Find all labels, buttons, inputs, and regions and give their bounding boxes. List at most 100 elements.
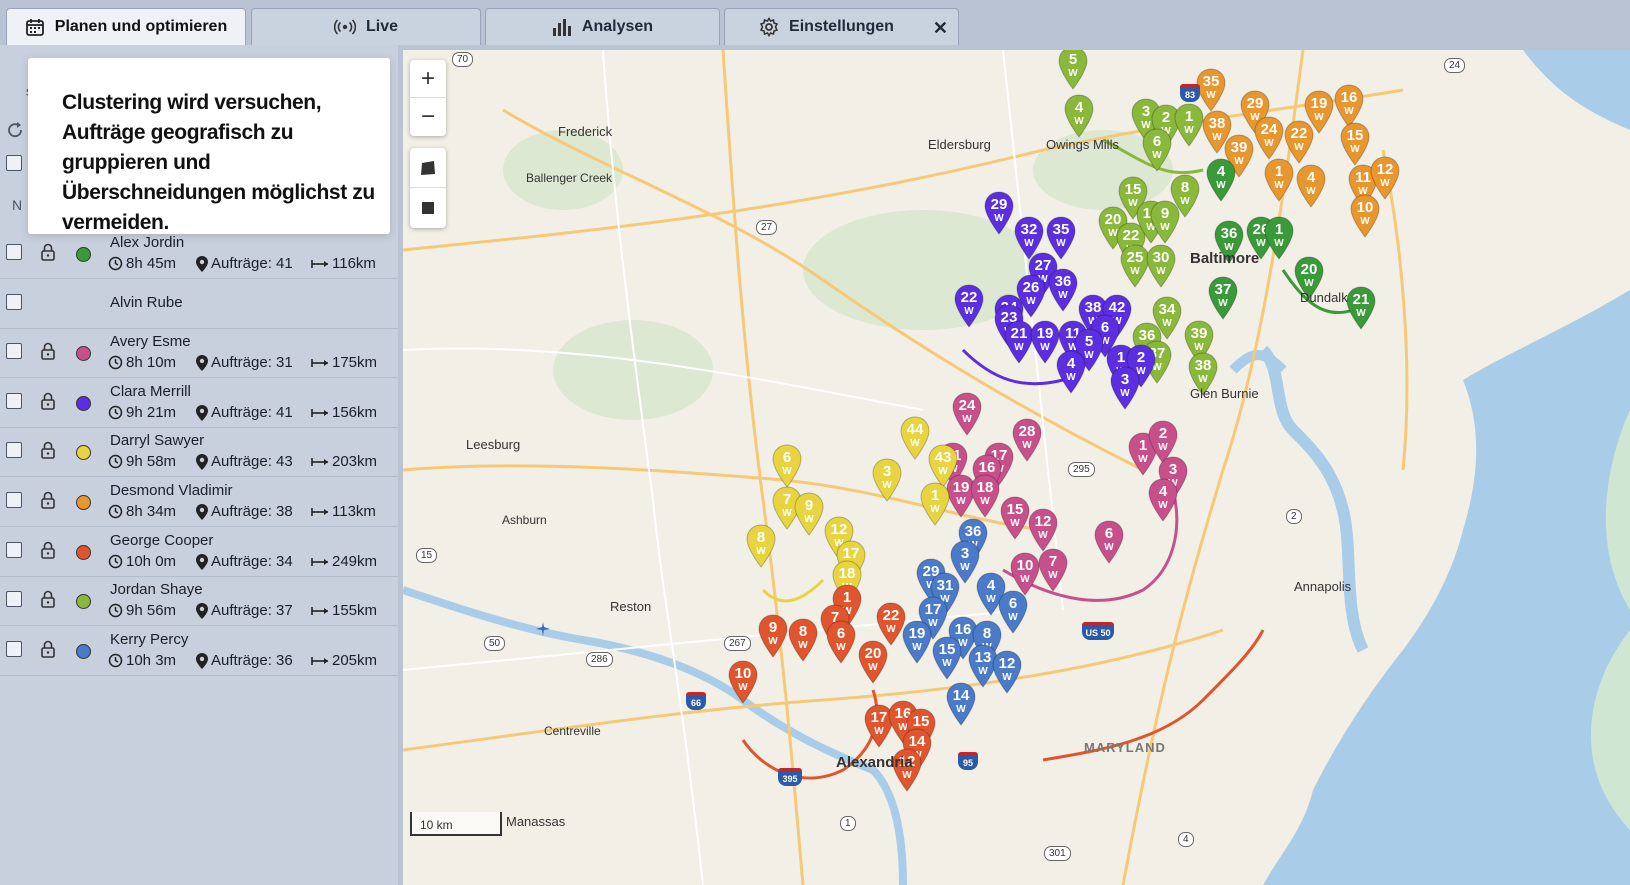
pin-label: W <box>1040 342 1050 353</box>
tab-planen[interactable]: Planen und optimieren <box>6 8 246 45</box>
driver-orders: Aufträge: 36 <box>211 652 293 669</box>
driver-name: Alvin Rube <box>110 294 183 311</box>
lock-icon[interactable] <box>40 541 56 564</box>
route-stop-pin[interactable]: 6W <box>1093 520 1125 564</box>
tab-analysen[interactable]: Analysen <box>485 8 720 45</box>
route-stop-pin[interactable]: 22W <box>953 284 985 328</box>
route-stop-pin[interactable]: 15W <box>1339 122 1371 166</box>
route-stop-pin[interactable]: 29W <box>983 191 1015 235</box>
route-stop-pin[interactable]: 28W <box>1011 418 1043 462</box>
pin-label: W <box>1010 518 1020 529</box>
driver-checkbox[interactable] <box>6 542 22 558</box>
route-stop-pin[interactable]: 1W <box>919 482 951 526</box>
lock-icon[interactable] <box>40 640 56 663</box>
driver-row[interactable]: Kerry Percy 10h 3m Aufträge: 36 205km <box>0 625 398 676</box>
route-stop-pin[interactable]: 10W <box>1349 194 1381 238</box>
driver-distance: 155km <box>332 602 378 619</box>
pin-number: 37 <box>1215 281 1232 298</box>
route-stop-pin[interactable]: 4W <box>1147 478 1179 522</box>
route-stop-pin[interactable]: 14W <box>945 682 977 726</box>
driver-checkbox[interactable] <box>6 591 22 607</box>
draw-rectangle-button[interactable] <box>410 188 446 228</box>
pin-label: W <box>804 514 814 525</box>
route-stop-pin[interactable]: 30W <box>1145 244 1177 288</box>
route-stop-pin[interactable]: 4W <box>1063 94 1095 138</box>
tab-live[interactable]: Live <box>251 8 481 45</box>
route-stop-pin[interactable]: 24W <box>1253 116 1285 160</box>
close-icon[interactable]: ✕ <box>933 18 948 39</box>
route-stop-pin[interactable]: 1W <box>1263 216 1295 260</box>
lock-icon[interactable] <box>40 342 56 365</box>
driver-orders: Aufträge: 37 <box>211 602 293 619</box>
route-stop-pin[interactable]: 37W <box>1207 276 1239 320</box>
pin-number: 1 <box>1139 437 1147 454</box>
pin-number: 19 <box>1037 325 1054 342</box>
tab-einstellungen[interactable]: Einstellungen ✕ <box>724 8 959 45</box>
route-stop-pin[interactable]: 8W <box>745 524 777 568</box>
pin-number: 44 <box>907 421 924 438</box>
driver-row[interactable]: Darryl Sawyer 9h 58m Aufträge: 43 203km <box>0 426 398 477</box>
route-stop-pin[interactable]: 7W <box>1037 548 1069 592</box>
route-stop-pin[interactable]: 18W <box>969 474 1001 518</box>
route-stop-pin[interactable]: 5W <box>1057 50 1089 90</box>
lock-icon[interactable] <box>40 590 56 613</box>
pin-number: 25 <box>1127 249 1144 266</box>
refresh-icon[interactable] <box>6 121 24 139</box>
pin-number: 6 <box>1105 525 1113 542</box>
place-label: Alexandria <box>836 754 913 771</box>
pin-label: W <box>882 480 892 491</box>
select-all-checkbox[interactable] <box>6 155 22 171</box>
pin-number: 35 <box>1053 221 1070 238</box>
route-stop-pin[interactable]: 24W <box>951 392 983 436</box>
pin-label: W <box>1274 180 1284 191</box>
driver-checkbox[interactable] <box>6 393 22 409</box>
driver-checkbox[interactable] <box>6 492 22 508</box>
route-stop-pin[interactable]: 12W <box>1027 508 1059 552</box>
driver-checkbox[interactable] <box>6 294 22 310</box>
zoom-out-button[interactable]: − <box>410 98 446 136</box>
zoom-in-button[interactable]: + <box>410 60 446 98</box>
route-stop-pin[interactable]: 4W <box>1055 350 1087 394</box>
route-stop-pin[interactable]: 20W <box>857 640 889 684</box>
driver-checkbox[interactable] <box>6 244 22 260</box>
pin-label: W <box>980 496 990 507</box>
driver-row[interactable]: Alvin Rube <box>0 278 398 329</box>
route-stop-pin[interactable]: 4W <box>1205 158 1237 202</box>
route-stop-pin[interactable]: 9W <box>757 614 789 658</box>
lock-icon[interactable] <box>40 491 56 514</box>
route-stop-pin[interactable]: 9W <box>793 492 825 536</box>
driver-row[interactable]: Jordan Shaye 9h 56m Aufträge: 37 155km <box>0 575 398 626</box>
route-shield: US 50 <box>1082 622 1114 640</box>
driver-row[interactable]: George Cooper 10h 0m Aufträge: 34 249km <box>0 526 398 577</box>
driver-row[interactable]: Avery Esme 8h 10m Aufträge: 31 175km <box>0 327 398 378</box>
route-shield: 70 <box>452 52 474 67</box>
driver-row[interactable]: Desmond Vladimir 8h 34m Aufträge: 38 113km <box>0 476 398 527</box>
driver-row[interactable]: Clara Merrill 9h 21m Aufträge: 41 156km <box>0 377 398 428</box>
route-stop-pin[interactable]: 10W <box>727 660 759 704</box>
sidebar-fragment: N <box>12 197 23 213</box>
route-stop-pin[interactable]: 6W <box>825 620 857 664</box>
route-stop-pin[interactable]: 15W <box>931 636 963 680</box>
route-stop-pin[interactable]: 1W <box>1263 158 1295 202</box>
driver-checkbox[interactable] <box>6 442 22 458</box>
lock-icon[interactable] <box>40 441 56 464</box>
draw-polygon-button[interactable] <box>410 148 446 188</box>
route-stop-pin[interactable]: 21W <box>1345 286 1377 330</box>
clock-icon <box>108 653 123 668</box>
route-stop-pin[interactable]: 6W <box>771 444 803 488</box>
lock-icon[interactable] <box>40 392 56 415</box>
route-stop-pin[interactable]: 3W <box>1109 366 1141 410</box>
route-stop-pin[interactable]: 8W <box>787 618 819 662</box>
route-stop-pin[interactable]: 36W <box>1047 268 1079 312</box>
pin-number: 1 <box>931 487 939 504</box>
route-stop-pin[interactable]: 12W <box>991 650 1023 694</box>
driver-distance: 113km <box>332 503 376 520</box>
driver-checkbox[interactable] <box>6 641 22 657</box>
driver-checkbox[interactable] <box>6 343 22 359</box>
lock-icon[interactable] <box>40 243 56 266</box>
route-stop-pin[interactable]: 9W <box>1149 200 1181 244</box>
route-stop-pin[interactable]: 4W <box>1295 164 1327 208</box>
route-shield: 95 <box>958 752 978 770</box>
route-stop-pin[interactable]: 3W <box>871 458 903 502</box>
route-stop-pin[interactable]: 6W <box>1141 128 1173 172</box>
